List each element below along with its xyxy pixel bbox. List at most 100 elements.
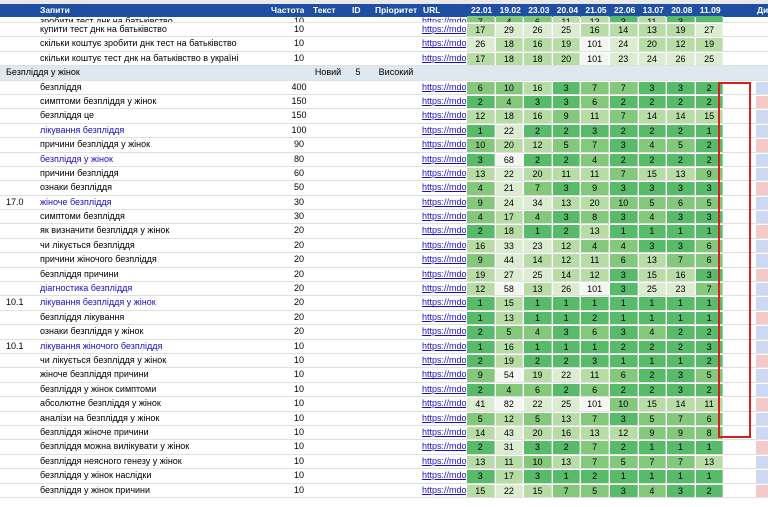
position-cell[interactable]: 15 [495, 297, 524, 310]
position-cell[interactable]: 16 [581, 24, 609, 37]
position-cell[interactable]: 101 [581, 283, 609, 296]
position-cell[interactable]: 1 [610, 470, 638, 483]
dynamics-cell[interactable] [756, 239, 768, 253]
position-cell[interactable]: 11 [695, 398, 724, 411]
position-cell[interactable]: 7 [581, 412, 609, 425]
url-link[interactable]: https://mdo [422, 210, 466, 223]
position-cell[interactable]: 20 [524, 426, 552, 440]
query-cell[interactable]: причини безпліддя [40, 167, 270, 180]
position-cell[interactable]: 3 [524, 95, 552, 109]
frequency-cell[interactable]: 20 [270, 325, 328, 338]
position-cell[interactable]: 9 [581, 182, 609, 195]
group-text-status[interactable]: Новий [308, 66, 348, 79]
position-cell[interactable]: 14 [667, 110, 695, 123]
position-cell[interactable]: 2 [467, 441, 495, 454]
frequency-cell[interactable]: 80 [270, 153, 328, 166]
position-cell[interactable]: 3 [695, 211, 724, 224]
frequency-cell[interactable]: 100 [270, 124, 328, 137]
position-cell[interactable]: 2 [467, 326, 495, 339]
position-cell[interactable]: 2 [638, 383, 667, 397]
position-cell[interactable]: 16 [667, 268, 695, 282]
position-cell[interactable]: 16 [552, 426, 581, 440]
position-cell[interactable]: 6 [524, 383, 552, 397]
position-cell[interactable]: 3 [638, 182, 667, 195]
position-cell[interactable]: 68 [495, 153, 524, 166]
group-row[interactable]: Безпліддя у жінок Новий 5 Високий [0, 66, 768, 81]
url-link[interactable]: https://mdo [422, 268, 466, 281]
dynamics-cell[interactable] [756, 254, 768, 267]
frequency-cell[interactable]: 10 [270, 440, 328, 453]
position-cell[interactable]: 6 [467, 81, 495, 94]
url-link[interactable]: https://mdo [422, 196, 466, 209]
url-link[interactable]: https://mdo [422, 440, 466, 453]
position-cell[interactable]: 3 [581, 124, 609, 138]
url-link[interactable]: https://mdo [422, 397, 466, 410]
position-cell[interactable]: 2 [467, 354, 495, 368]
query-cell[interactable]: безпліддя у жінок [40, 153, 270, 166]
frequency-cell[interactable]: 150 [270, 95, 328, 108]
dynamics-cell[interactable] [756, 139, 768, 152]
position-cell[interactable]: 11 [581, 110, 609, 123]
position-cell[interactable]: 22 [524, 398, 552, 411]
dynamics-cell[interactable] [756, 167, 768, 181]
dynamics-cell[interactable] [756, 484, 768, 497]
position-cell[interactable]: 8 [581, 211, 609, 224]
position-cell[interactable]: 13 [552, 196, 581, 210]
query-cell[interactable]: чи лікується безпліддя у жінок [40, 354, 270, 367]
position-cell[interactable]: 6 [581, 95, 609, 109]
position-cell[interactable]: 1 [667, 470, 695, 483]
position-cell[interactable]: 29 [495, 24, 524, 37]
position-cell[interactable]: 2 [552, 153, 581, 166]
frequency-cell[interactable]: 400 [270, 81, 328, 94]
position-cell[interactable]: 2 [695, 383, 724, 397]
url-link[interactable]: https://mdo [422, 124, 466, 137]
position-cell[interactable]: 3 [610, 484, 638, 497]
frequency-cell[interactable]: 50 [270, 181, 328, 194]
position-cell[interactable]: 12 [495, 412, 524, 425]
position-cell[interactable]: 5 [667, 139, 695, 152]
position-cell[interactable]: 2 [610, 124, 638, 138]
query-cell[interactable]: безпліддя неясного генезу у жінок [40, 455, 270, 468]
url-link[interactable]: https://mdo [422, 282, 466, 295]
dynamics-cell[interactable] [756, 153, 768, 166]
position-cell[interactable]: 9 [467, 369, 495, 382]
position-cell[interactable]: 1 [695, 441, 724, 454]
position-cell[interactable]: 1 [638, 297, 667, 310]
url-link[interactable]: https://mdo [422, 383, 466, 396]
position-cell[interactable]: 12 [552, 254, 581, 267]
position-cell[interactable]: 9 [695, 167, 724, 181]
position-cell[interactable]: 2 [695, 484, 724, 497]
position-cell[interactable]: 20 [638, 38, 667, 51]
position-cell[interactable]: 101 [581, 398, 609, 411]
group-priority[interactable]: Високий [372, 66, 420, 79]
position-cell[interactable]: 26 [667, 52, 695, 66]
position-cell[interactable]: 22 [495, 167, 524, 181]
position-cell[interactable]: 2 [524, 354, 552, 368]
position-cell[interactable]: 11 [552, 16, 581, 22]
position-cell[interactable]: 5 [638, 196, 667, 210]
position-cell[interactable]: 3 [552, 326, 581, 339]
position-cell[interactable]: 2 [467, 225, 495, 238]
position-cell[interactable]: 1 [610, 311, 638, 325]
dynamics-cell[interactable] [756, 225, 768, 238]
position-cell[interactable]: 1 [552, 297, 581, 310]
position-cell[interactable]: 9 [467, 254, 495, 267]
position-cell[interactable]: 2 [610, 340, 638, 353]
query-cell[interactable]: безпліддя причини [40, 268, 270, 281]
query-cell[interactable]: абсолютне безпліддя у жінок [40, 397, 270, 410]
position-cell[interactable]: 1 [610, 225, 638, 238]
position-cell[interactable]: 2 [581, 311, 609, 325]
dynamics-cell[interactable] [756, 297, 768, 310]
position-cell[interactable]: 5 [581, 484, 609, 497]
position-cell[interactable]: 1 [552, 340, 581, 353]
position-cell[interactable]: 3 [524, 441, 552, 454]
position-cell[interactable]: 3 [667, 16, 695, 22]
position-cell[interactable]: 7 [581, 455, 609, 469]
position-cell[interactable]: 16 [524, 81, 552, 94]
position-cell[interactable]: 25 [524, 268, 552, 282]
position-cell[interactable]: 17 [467, 52, 495, 66]
position-cell[interactable]: 1 [638, 470, 667, 483]
position-cell[interactable]: 1 [524, 225, 552, 238]
position-cell[interactable]: 1 [667, 297, 695, 310]
position-cell[interactable]: 2 [667, 153, 695, 166]
